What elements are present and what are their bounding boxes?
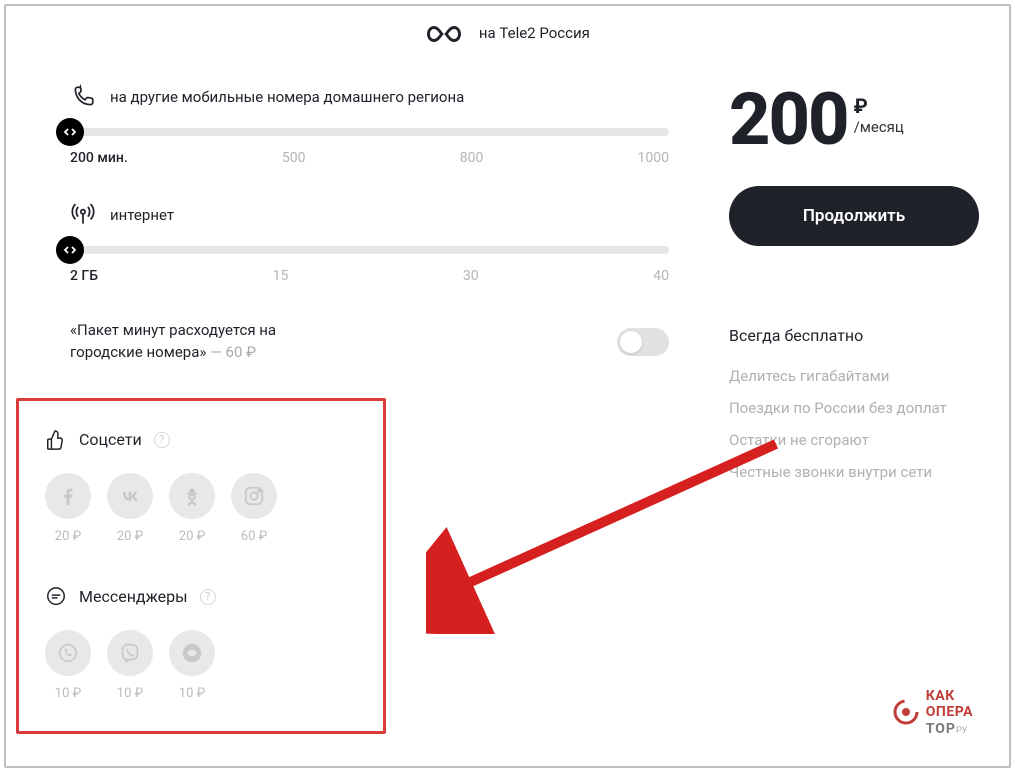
tick-gb-15: 15	[273, 268, 289, 284]
socials-section: Соцсети ? 20 ₽ 20 ₽	[45, 429, 357, 544]
header-text: на Tele2 Россия	[479, 24, 590, 42]
internet-slider-track[interactable]	[70, 246, 669, 254]
tick-min-800: 800	[460, 150, 484, 166]
currency: ₽	[854, 94, 904, 118]
city-option-price: — 60 ₽	[206, 343, 256, 361]
watermark-logo: КАК ОПЕРА ТОРРУ	[892, 687, 973, 736]
instagram-icon	[243, 485, 265, 507]
minutes-ticks: 200 мин. 500 800 1000	[70, 150, 669, 166]
tick-gb-40: 40	[653, 268, 669, 284]
messenger-tamtam[interactable]: 10 ₽	[169, 630, 215, 701]
tick-min-500: 500	[282, 150, 306, 166]
free-item: Поездки по России без доплат	[729, 399, 979, 417]
social-ok[interactable]: 20 ₽	[169, 473, 215, 544]
messengers-section: Мессенджеры ? 10 ₽ 10 ₽	[45, 586, 357, 701]
addons-highlight-box: Соцсети ? 20 ₽ 20 ₽	[16, 398, 386, 734]
tamtam-icon	[181, 642, 203, 664]
phone-icon	[70, 84, 96, 110]
whatsapp-icon	[57, 642, 79, 664]
city-numbers-option: «Пакет минут расходуется на городские но…	[70, 320, 669, 364]
social-instagram-price: 60 ₽	[231, 529, 277, 544]
tick-min-1000: 1000	[637, 150, 668, 166]
tick-gb-2: 2 ГБ	[70, 268, 98, 284]
socials-title: Соцсети	[79, 430, 142, 449]
viber-icon	[119, 642, 141, 664]
tick-min-200: 200 мин.	[70, 150, 128, 166]
free-list: Делитесь гигабайтами Поездки по России б…	[729, 367, 979, 481]
social-facebook[interactable]: 20 ₽	[45, 473, 91, 544]
social-instagram[interactable]: 60 ₽	[231, 473, 277, 544]
slider-grip-icon	[63, 243, 77, 257]
free-item: Остатки не сгорают	[729, 431, 979, 449]
facebook-icon	[57, 485, 79, 507]
minutes-slider-label: на другие мобильные номера домашнего рег…	[110, 88, 464, 106]
internet-ticks: 2 ГБ 15 30 40	[70, 268, 669, 284]
internet-slider-thumb[interactable]	[56, 236, 84, 264]
minutes-slider-thumb[interactable]	[56, 118, 84, 146]
summary-panel: 200 ₽ /месяц Продолжить Всегда бесплатно…	[729, 84, 979, 734]
watermark-icon	[892, 698, 920, 726]
minutes-slider-block: на другие мобильные номера домашнего рег…	[36, 84, 669, 166]
plan-price: 200	[729, 84, 848, 156]
social-vk[interactable]: 20 ₽	[107, 473, 153, 544]
free-item: Честные звонки внутри сети	[729, 463, 979, 481]
minutes-slider-track[interactable]	[70, 128, 669, 136]
slider-grip-icon	[63, 125, 77, 139]
social-vk-price: 20 ₽	[107, 529, 153, 544]
messenger-viber[interactable]: 10 ₽	[107, 630, 153, 701]
antenna-icon	[70, 202, 96, 228]
messengers-list: 10 ₽ 10 ₽ 10 ₽	[45, 630, 357, 701]
help-icon[interactable]: ?	[200, 589, 216, 605]
free-title: Всегда бесплатно	[729, 326, 979, 345]
period: /месяц	[854, 118, 904, 136]
socials-list: 20 ₽ 20 ₽ 20 ₽ 60 ₽	[45, 473, 357, 544]
thumbs-up-icon	[45, 429, 67, 451]
tick-gb-30: 30	[463, 268, 479, 284]
internet-slider-label: интернет	[110, 206, 174, 224]
messengers-title: Мессенджеры	[79, 587, 188, 606]
messenger-tamtam-price: 10 ₽	[169, 686, 215, 701]
continue-button[interactable]: Продолжить	[729, 186, 979, 246]
free-item: Делитесь гигабайтами	[729, 367, 979, 385]
header-unlimited: на Tele2 Россия	[36, 24, 979, 44]
internet-slider-block: интернет 2 ГБ 15 30 40	[36, 202, 669, 284]
help-icon[interactable]: ?	[154, 432, 170, 448]
infinity-icon	[425, 24, 463, 44]
social-facebook-price: 20 ₽	[45, 529, 91, 544]
city-toggle[interactable]	[617, 328, 669, 356]
ok-icon	[181, 485, 203, 507]
messenger-whatsapp-price: 10 ₽	[45, 686, 91, 701]
social-ok-price: 20 ₽	[169, 529, 215, 544]
chat-icon	[45, 586, 67, 608]
messenger-whatsapp[interactable]: 10 ₽	[45, 630, 91, 701]
messenger-viber-price: 10 ₽	[107, 686, 153, 701]
vk-icon	[118, 484, 142, 508]
